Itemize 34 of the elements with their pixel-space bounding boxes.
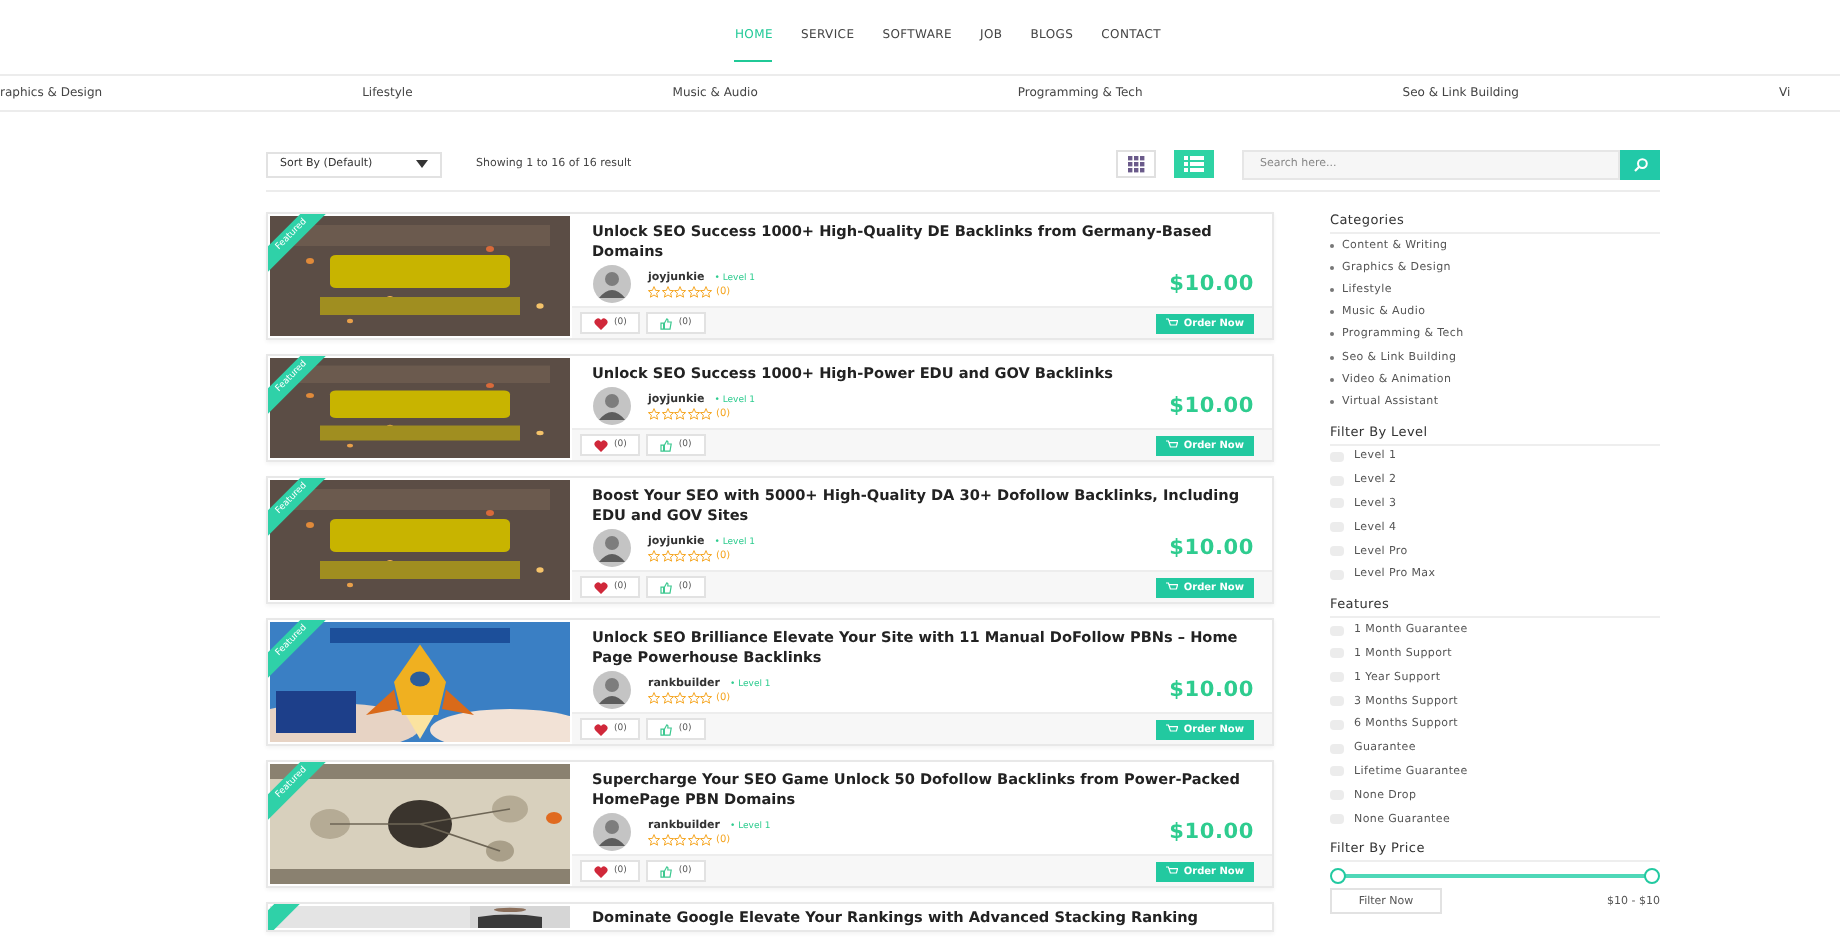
- heart-icon: [594, 723, 608, 735]
- thumbs-up-icon: [660, 317, 673, 329]
- cart-icon: [1165, 866, 1178, 876]
- avatar: [592, 528, 632, 568]
- heart-icon: [594, 439, 608, 451]
- list-icon: [1184, 156, 1204, 172]
- slider-handle[interactable]: [1330, 868, 1346, 885]
- heart-icon: [594, 317, 608, 329]
- grid-view-button[interactable]: [1116, 150, 1156, 178]
- avatar: [592, 812, 632, 852]
- list-view-button[interactable]: [1174, 150, 1214, 178]
- heart-icon: [594, 865, 608, 877]
- avatar: [592, 264, 632, 304]
- cart-icon: [1165, 724, 1178, 734]
- cart-icon: [1165, 582, 1178, 592]
- price: $10.00: [1169, 394, 1254, 418]
- search-button[interactable]: [1620, 149, 1660, 179]
- cart-icon: [1165, 440, 1178, 450]
- heart-icon: [594, 581, 608, 593]
- search-icon: [1633, 157, 1647, 171]
- price: $10.00: [1169, 536, 1254, 560]
- price: $10.00: [1169, 678, 1254, 702]
- price: $10.00: [1169, 820, 1254, 844]
- caret-icon: [416, 160, 428, 168]
- slider-handle[interactable]: [1644, 868, 1660, 885]
- avatar: [592, 386, 632, 426]
- avatar: [592, 670, 632, 710]
- thumbs-up-icon: [660, 723, 673, 735]
- thumbs-up-icon: [660, 581, 673, 593]
- cart-icon: [1165, 318, 1178, 328]
- grid-icon: [1127, 155, 1145, 173]
- price: $10.00: [1169, 272, 1254, 296]
- thumbs-up-icon: [660, 439, 673, 451]
- thumbs-up-icon: [660, 865, 673, 877]
